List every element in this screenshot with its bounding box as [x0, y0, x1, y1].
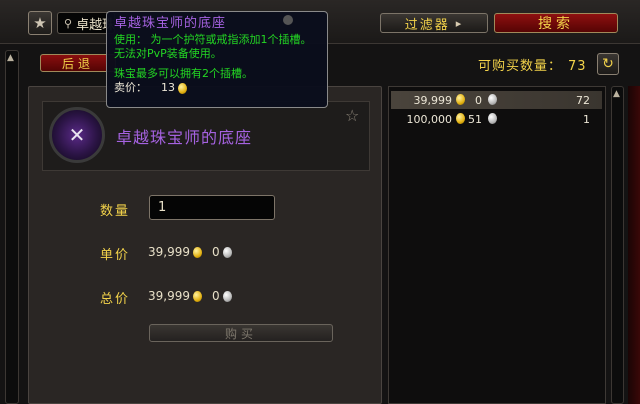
gold-coin-icon	[193, 246, 202, 258]
jewelcrafter-socket-icon[interactable]: ✕	[49, 107, 105, 163]
tooltip-close-icon[interactable]	[283, 15, 293, 25]
listing-gold: 100,000	[406, 113, 453, 126]
total-price-label: 总价	[100, 292, 131, 307]
silver-coin-icon	[488, 94, 497, 105]
side-panel-edge	[628, 86, 640, 404]
search-icon: ⚲	[64, 16, 73, 30]
listing-row[interactable]: 39,999 0 72	[391, 91, 602, 109]
back-button-label: 后退	[61, 56, 94, 71]
refresh-button[interactable]: ↻	[597, 53, 619, 75]
item-name: 卓越珠宝师的底座	[116, 128, 253, 147]
refresh-icon: ↻	[602, 56, 614, 72]
gold-coin-icon	[178, 82, 187, 94]
listing-panel	[388, 86, 606, 404]
unit-price-gold: 39,999	[148, 245, 190, 259]
buy-button-label: 购买	[224, 326, 257, 341]
filter-label: 过滤器	[404, 17, 450, 33]
item-icon-glyph: ✕	[68, 123, 86, 147]
favorites-star-button[interactable]: ★	[28, 11, 52, 35]
tooltip-use-text: 使用： 为一个护符或戒指添加1个插槽。无法对PvP装备使用。	[114, 33, 312, 60]
tooltip-note: 珠宝最多可以拥有2个插槽。	[114, 67, 253, 80]
listing-silver: 0	[475, 94, 482, 107]
quantity-input-value: 1	[158, 200, 167, 215]
search-button[interactable]: 搜索	[494, 13, 618, 33]
tooltip-sell-label: 卖价：	[114, 81, 147, 94]
gold-coin-icon	[456, 113, 465, 124]
silver-coin-icon	[222, 246, 232, 258]
tooltip-sell-value: 13	[161, 81, 175, 94]
listing-gold: 39,999	[413, 94, 453, 107]
quantity-input[interactable]: 1	[149, 195, 275, 220]
listing-available: 1	[583, 113, 590, 126]
total-price-silver: 0	[212, 289, 220, 303]
item-tooltip: 卓越珠宝师的底座 使用： 为一个护符或戒指添加1个插槽。无法对PvP装备使用。 …	[106, 11, 328, 108]
filter-button[interactable]: 过滤器 ▸	[380, 13, 488, 33]
gold-coin-icon	[456, 94, 465, 105]
favorite-star-icon[interactable]: ☆	[345, 106, 359, 125]
quantity-label: 数量	[100, 204, 131, 219]
scroll-up-icon[interactable]: ▲	[613, 89, 620, 99]
listing-row[interactable]: 100,000 51 1	[391, 110, 602, 128]
unit-price-silver: 0	[212, 245, 220, 259]
listing-silver: 51	[468, 113, 482, 126]
total-price: 39,999 0	[148, 289, 242, 303]
search-button-label: 搜索	[538, 16, 574, 32]
unit-price: 39,999 0	[148, 245, 242, 259]
buy-button[interactable]: 购买	[149, 324, 333, 342]
total-price-gold: 39,999	[148, 289, 190, 303]
listing-available: 72	[576, 94, 590, 107]
unit-price-label: 单价	[100, 248, 131, 263]
available-quantity-value: 73	[568, 59, 587, 74]
star-icon: ★	[33, 14, 47, 32]
available-quantity: 可购买数量： 73	[478, 55, 587, 74]
silver-coin-icon	[488, 113, 497, 124]
gold-coin-icon	[193, 290, 202, 302]
available-quantity-label: 可购买数量：	[478, 59, 563, 74]
listing-scrollbar[interactable]: ▲	[611, 86, 624, 404]
left-scrollbar[interactable]: ▲	[5, 50, 19, 404]
scroll-up-icon[interactable]: ▲	[7, 53, 14, 63]
tooltip-sell-price: 卖价： 13	[114, 81, 320, 95]
back-button[interactable]: 后退	[40, 54, 116, 72]
silver-coin-icon	[222, 290, 232, 302]
filter-arrow-icon: ▸	[455, 16, 464, 30]
